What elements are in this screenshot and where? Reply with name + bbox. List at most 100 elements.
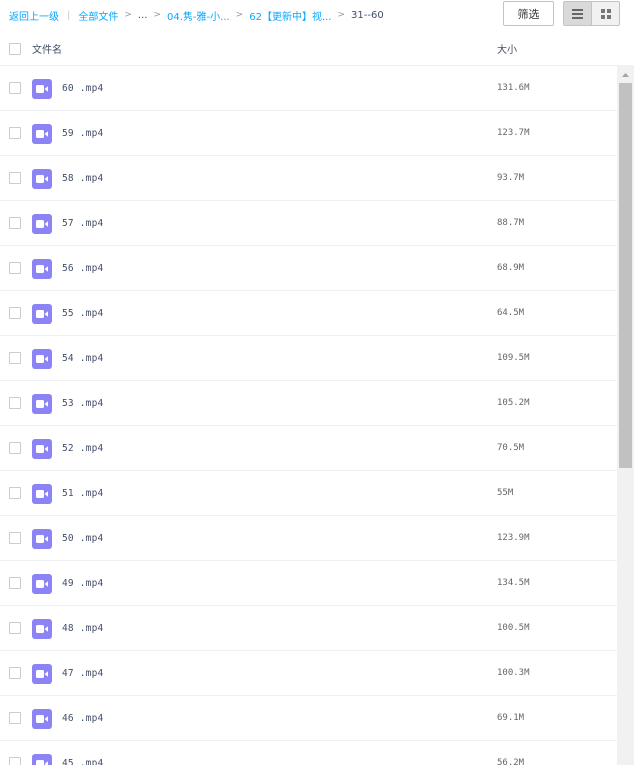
- row-checkbox[interactable]: [9, 172, 21, 184]
- row-checkbox[interactable]: [9, 712, 21, 724]
- list-view-icon: [572, 8, 584, 19]
- row-checkbox[interactable]: [9, 307, 21, 319]
- file-list: 60 .mp4 131.6M 59 .mp4 123.7M 58 .mp4 93.7M 57…: [0, 66, 617, 765]
- file-size: 64.5M: [497, 308, 525, 318]
- row-checkbox[interactable]: [9, 82, 21, 94]
- chevron-right-icon: >: [124, 10, 132, 20]
- back-link[interactable]: 返回上一级: [9, 8, 59, 23]
- file-name[interactable]: 54 .mp4: [62, 353, 103, 364]
- row-checkbox[interactable]: [9, 667, 21, 679]
- column-header-size[interactable]: 大小: [497, 41, 517, 56]
- file-name[interactable]: 50 .mp4: [62, 533, 103, 544]
- file-size: 109.5M: [497, 353, 530, 363]
- chevron-right-icon: >: [235, 10, 244, 20]
- row-checkbox[interactable]: [9, 127, 21, 139]
- row-checkbox[interactable]: [9, 757, 21, 765]
- file-name[interactable]: 49 .mp4: [62, 578, 103, 589]
- video-file-icon: [32, 349, 52, 369]
- breadcrumb-level1[interactable]: 04.隽-雅-小...: [167, 8, 230, 23]
- video-file-icon: [32, 529, 52, 549]
- file-name[interactable]: 45 .mp4: [62, 758, 103, 765]
- chevron-right-icon: >: [153, 10, 162, 20]
- column-header-name[interactable]: 文件名: [32, 41, 62, 56]
- chevron-right-icon: >: [337, 10, 346, 20]
- filter-button[interactable]: 筛选: [503, 1, 554, 26]
- video-file-icon: [32, 214, 52, 234]
- file-size: 93.7M: [497, 173, 525, 183]
- file-name[interactable]: 51 .mp4: [62, 488, 103, 499]
- file-name[interactable]: 57 .mp4: [62, 218, 103, 229]
- file-size: 56.2M: [497, 758, 525, 765]
- breadcrumb-divider: |: [67, 9, 71, 21]
- video-file-icon: [32, 259, 52, 279]
- row-checkbox[interactable]: [9, 262, 21, 274]
- file-size: 123.9M: [497, 533, 530, 543]
- video-file-icon: [32, 124, 52, 144]
- table-row[interactable]: 51 .mp4 55M: [0, 471, 617, 516]
- video-file-icon: [32, 664, 52, 684]
- table-row[interactable]: 48 .mp4 100.5M: [0, 606, 617, 651]
- row-checkbox[interactable]: [9, 352, 21, 364]
- list-view-button[interactable]: [564, 2, 592, 25]
- grid-view-icon: [600, 8, 611, 19]
- table-row[interactable]: 54 .mp4 109.5M: [0, 336, 617, 381]
- file-name[interactable]: 59 .mp4: [62, 128, 103, 139]
- file-name[interactable]: 58 .mp4: [62, 173, 103, 184]
- table-row[interactable]: 56 .mp4 68.9M: [0, 246, 617, 291]
- file-size: 123.7M: [497, 128, 530, 138]
- row-checkbox[interactable]: [9, 217, 21, 229]
- table-row[interactable]: 45 .mp4 56.2M: [0, 741, 617, 765]
- table-row[interactable]: 58 .mp4 93.7M: [0, 156, 617, 201]
- video-file-icon: [32, 394, 52, 414]
- file-name[interactable]: 56 .mp4: [62, 263, 103, 274]
- file-name[interactable]: 60 .mp4: [62, 83, 103, 94]
- table-row[interactable]: 52 .mp4 70.5M: [0, 426, 617, 471]
- scrollbar-thumb[interactable]: [619, 83, 632, 468]
- breadcrumb-all-files[interactable]: 全部文件: [78, 8, 118, 23]
- table-row[interactable]: 50 .mp4 123.9M: [0, 516, 617, 561]
- row-checkbox[interactable]: [9, 397, 21, 409]
- video-file-icon: [32, 709, 52, 729]
- select-all-checkbox[interactable]: [9, 42, 21, 55]
- file-name[interactable]: 48 .mp4: [62, 623, 103, 634]
- view-mode-toggle: [563, 1, 620, 26]
- file-list-header: 文件名 大小: [0, 32, 634, 66]
- table-row[interactable]: 53 .mp4 105.2M: [0, 381, 617, 426]
- file-size: 100.5M: [497, 623, 530, 633]
- row-checkbox[interactable]: [9, 577, 21, 589]
- table-row[interactable]: 47 .mp4 100.3M: [0, 651, 617, 696]
- row-checkbox[interactable]: [9, 442, 21, 454]
- file-size: 69.1M: [497, 713, 525, 723]
- breadcrumb-level2[interactable]: 62【更新中】视...: [249, 8, 331, 23]
- file-name[interactable]: 53 .mp4: [62, 398, 103, 409]
- row-checkbox[interactable]: [9, 622, 21, 634]
- file-name[interactable]: 55 .mp4: [62, 308, 103, 319]
- file-size: 70.5M: [497, 443, 525, 453]
- video-file-icon: [32, 619, 52, 639]
- grid-view-button[interactable]: [591, 2, 619, 25]
- file-name[interactable]: 52 .mp4: [62, 443, 103, 454]
- table-row[interactable]: 59 .mp4 123.7M: [0, 111, 617, 156]
- breadcrumb-ellipsis[interactable]: ...: [138, 10, 148, 21]
- file-size: 131.6M: [497, 83, 530, 93]
- video-file-icon: [32, 484, 52, 504]
- table-row[interactable]: 60 .mp4 131.6M: [0, 66, 617, 111]
- table-row[interactable]: 46 .mp4 69.1M: [0, 696, 617, 741]
- scroll-up-arrow-icon[interactable]: [617, 66, 634, 83]
- file-size: 100.3M: [497, 668, 530, 678]
- vertical-scrollbar[interactable]: [617, 66, 634, 765]
- row-checkbox[interactable]: [9, 487, 21, 499]
- file-size: 105.2M: [497, 398, 530, 408]
- table-row[interactable]: 49 .mp4 134.5M: [0, 561, 617, 606]
- file-size: 134.5M: [497, 578, 530, 588]
- video-file-icon: [32, 439, 52, 459]
- table-row[interactable]: 55 .mp4 64.5M: [0, 291, 617, 336]
- file-size: 55M: [497, 488, 514, 498]
- row-checkbox[interactable]: [9, 532, 21, 544]
- table-row[interactable]: 57 .mp4 88.7M: [0, 201, 617, 246]
- file-name[interactable]: 47 .mp4: [62, 668, 103, 679]
- breadcrumb: 返回上一级 | 全部文件 > ... > 04.隽-雅-小... > 62【更新…: [0, 0, 384, 30]
- file-size: 68.9M: [497, 263, 525, 273]
- file-name[interactable]: 46 .mp4: [62, 713, 103, 724]
- breadcrumb-current: 31--60: [351, 9, 384, 21]
